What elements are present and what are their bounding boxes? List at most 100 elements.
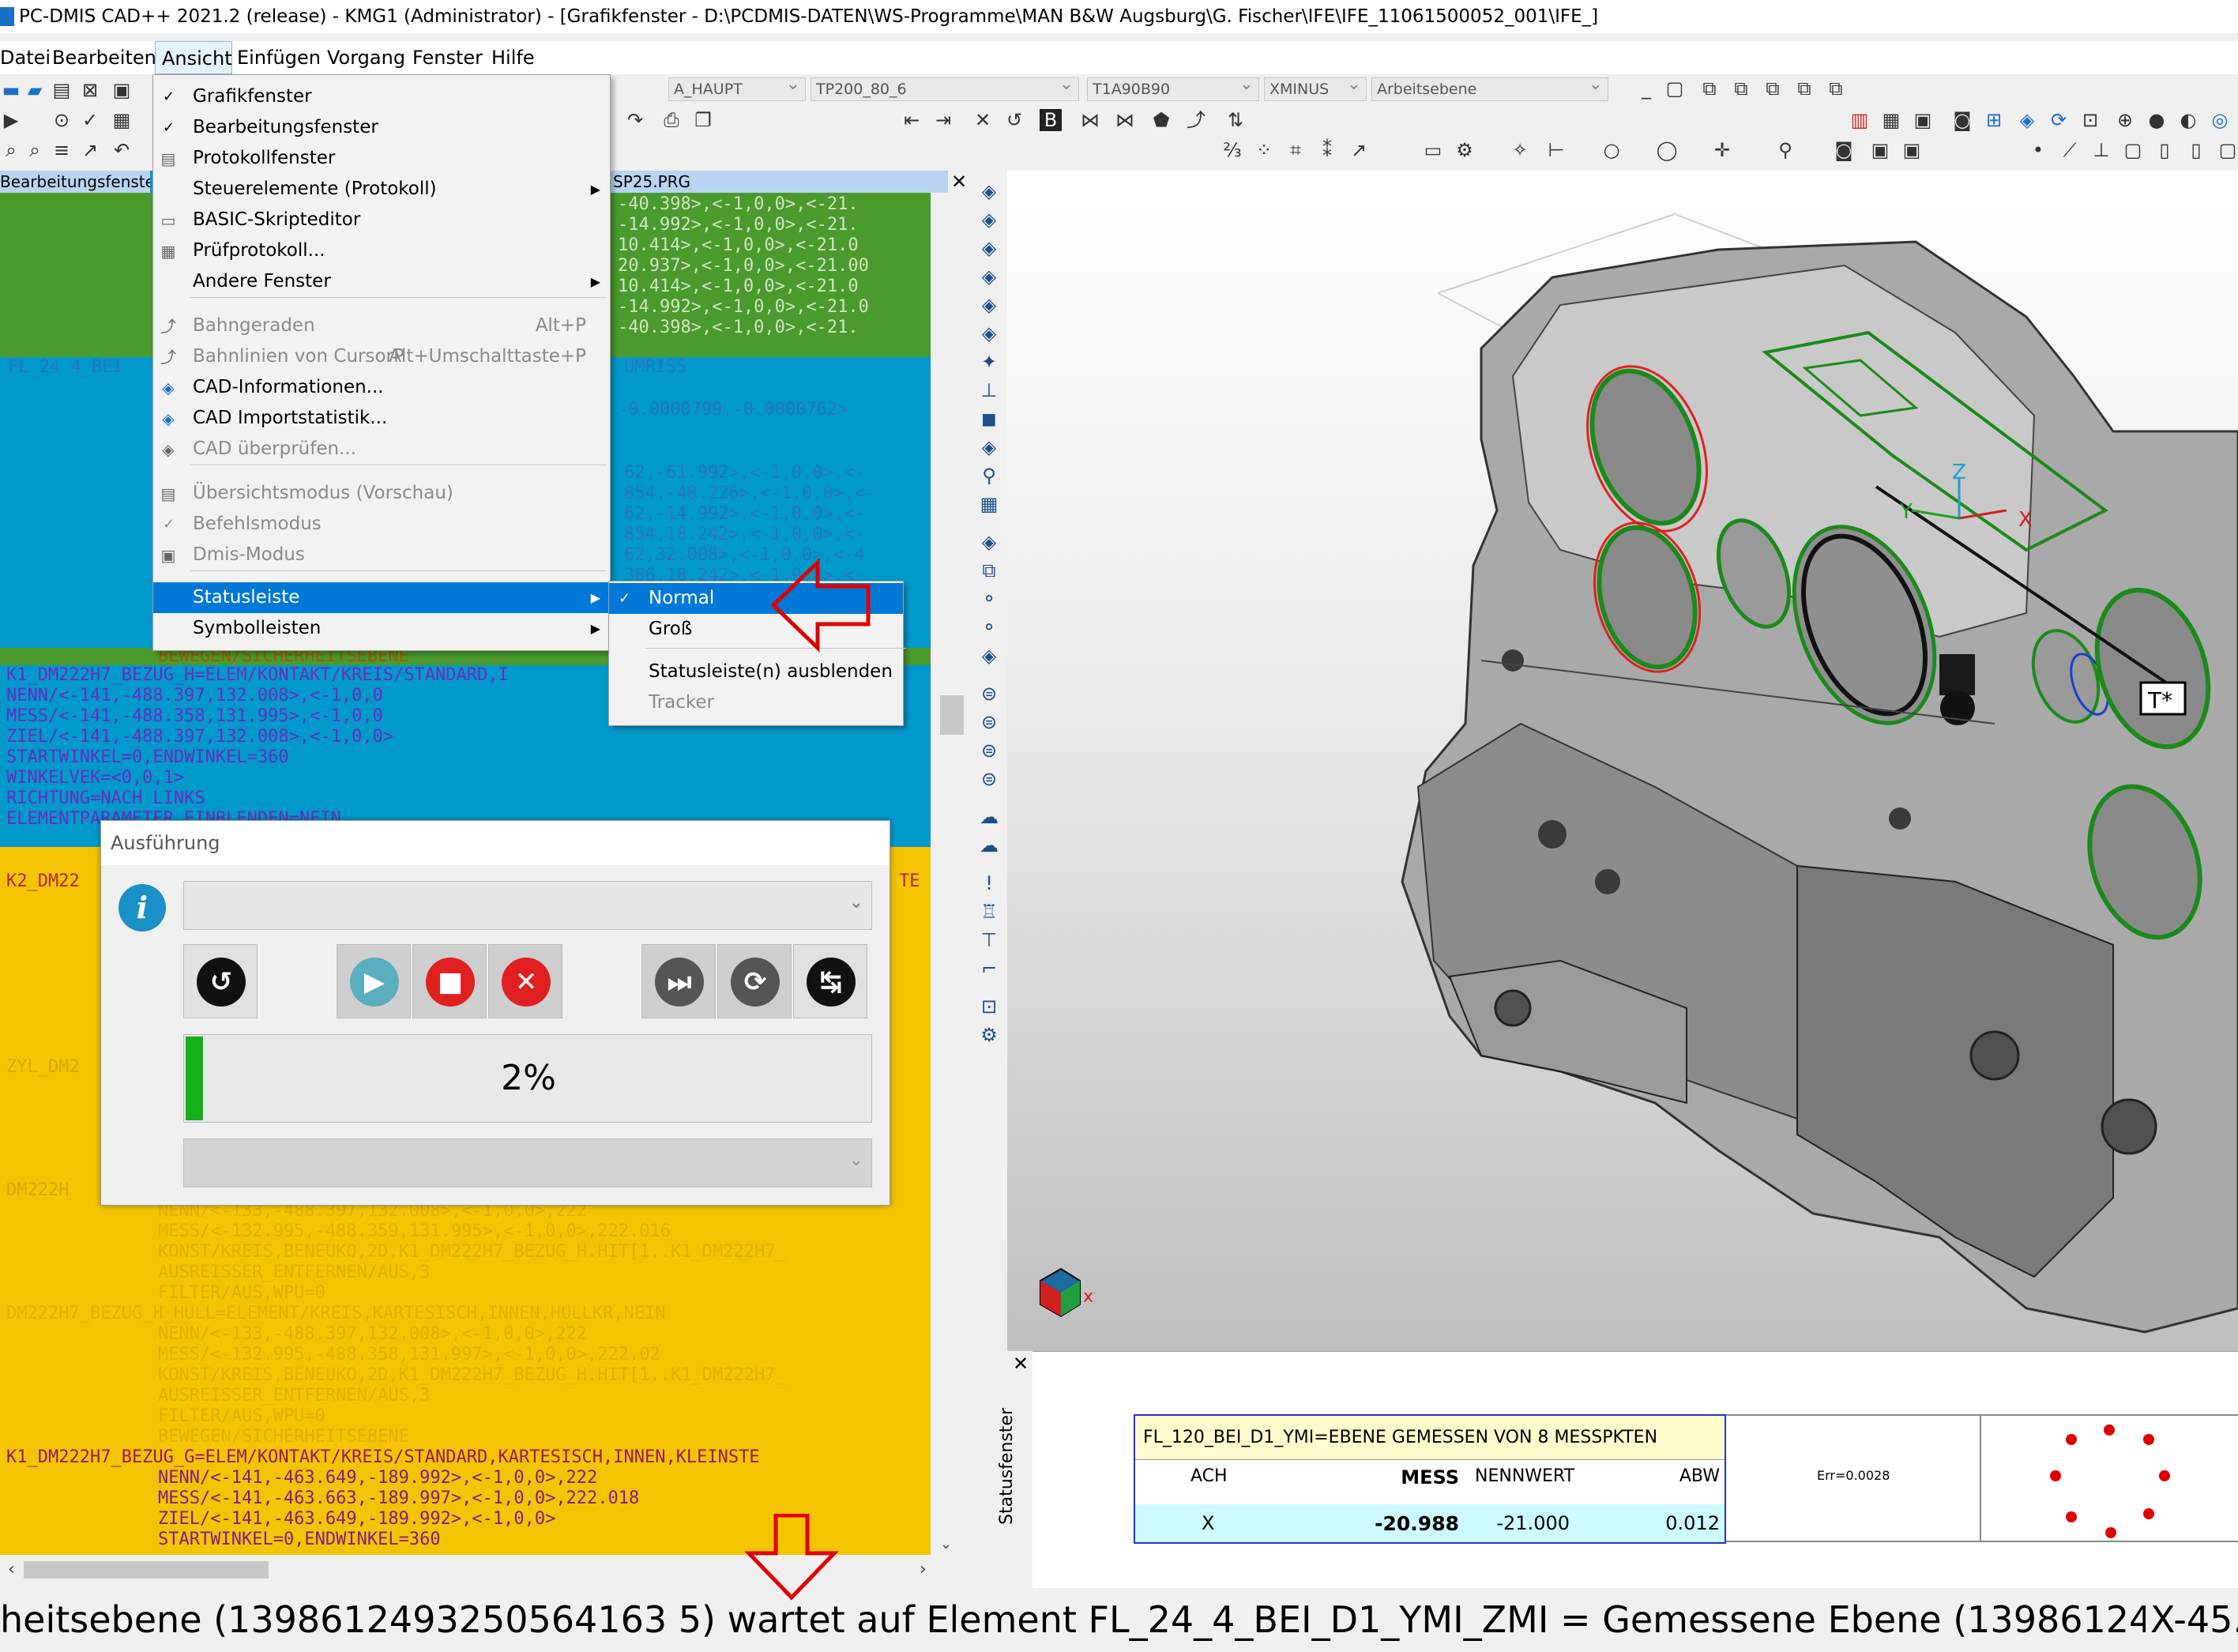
menu-einfuegen[interactable]: Einfügen [237,41,321,74]
menu-item-bearbeitungsfenster[interactable]: ✓ Bearbeitungsfenster [153,112,610,143]
vertical-tool-icon[interactable]: ⌐ [978,958,1000,980]
reset-button[interactable]: ↺ [183,944,258,1018]
path-icon[interactable]: ↗ [79,139,101,161]
probe-combo[interactable]: TP200_80_6 [811,73,1079,101]
menu-item-bahngeraden[interactable]: ⤴ Bahngeraden Alt+P [153,310,610,341]
close-file-icon[interactable]: ⊠ [79,79,101,101]
circle2-tool-icon[interactable]: ◯ [1656,139,1678,161]
menu-hilfe[interactable]: Hilfe [491,41,539,74]
cancel-icon[interactable]: ✕ [972,109,994,131]
menu-vorgang[interactable]: Vorgang [327,41,405,74]
render-icon[interactable]: ◐ [2177,109,2199,131]
menu-item-cad-informationen[interactable]: ◈ CAD-Informationen... [153,372,610,403]
box-icon[interactable]: ▢ [2122,139,2144,161]
save-icon[interactable]: ▣ [111,79,133,101]
height-icon[interactable]: ⊥ [2090,139,2112,161]
vertical-tool-icon[interactable]: ◈ [978,265,1000,288]
vertical-tool-icon[interactable]: ◈ [978,645,1000,667]
rotate-icon[interactable]: ↺ [1003,109,1025,131]
shade-icon[interactable]: ● [2146,109,2168,131]
menu-item-dmis-modus[interactable]: ▣ Dmis-Modus [153,540,610,570]
pointer-icon[interactable]: ↗ [1348,139,1370,161]
submenu-item-tracker[interactable]: Tracker [609,687,903,718]
vertical-tool-icon[interactable]: ⚲ [978,465,1000,487]
scroll-left-icon[interactable]: ‹ [8,1560,15,1579]
vertical-tool-icon[interactable]: ◈ [978,237,1000,259]
dot-icon[interactable]: • [2027,139,2049,161]
vertical-tool-icon[interactable]: ⧉ [978,559,1000,581]
continue-button[interactable]: ⟳ [717,944,792,1018]
copy-icon[interactable]: ❐ [692,109,714,131]
window3-icon[interactable]: ⧉ [1762,77,1784,100]
list-icon[interactable]: ≡ [51,139,73,161]
menu-item-steuerelemente[interactable]: Steuerelemente (Protokoll) ▶ [153,174,610,205]
probe3-icon[interactable]: ⚲ [1774,139,1796,161]
workplane-combo[interactable]: Arbeitsebene [1371,73,1608,101]
text-tool-icon[interactable]: ⅔ [1221,139,1243,161]
menu-ansicht[interactable]: Ansicht [155,41,232,74]
window2-icon[interactable]: ⧉ [1730,77,1752,100]
menu-item-bahnlinien[interactable]: ⤴ Bahnlinien von CursorP Alt+Umschalttaste… [153,341,610,372]
graphics-window[interactable]: Z Y X T* x [1007,171,2238,1351]
globe-icon[interactable]: ⊕ [2114,109,2136,131]
menu-item-uebersichtsmodus[interactable]: ▤ Übersichtsmodus (Vorschau) [153,478,610,509]
print-icon[interactable]: ⎙ [660,109,683,131]
vertical-tool-icon[interactable]: ⊡ [978,995,1000,1018]
vertical-tool-icon[interactable]: ⊜ [978,768,1000,790]
doc-icon[interactable]: ▦ [111,109,133,131]
vertical-tool-icon[interactable]: ◈ [978,436,1000,458]
window4-icon[interactable]: ⧉ [1793,77,1815,100]
menu-item-befehlsmodus[interactable]: ✓ Befehlsmodus [153,509,610,540]
edit-horizontal-scroll-thumb[interactable] [24,1561,269,1579]
edit-window-close-icon[interactable]: ✕ [948,171,970,193]
box2-icon[interactable]: ▯ [2185,139,2207,161]
arrow-icon[interactable]: ⇥ [932,109,954,131]
vertical-tool-icon[interactable]: ⊜ [978,711,1000,733]
cancel-button[interactable]: ✕ [488,944,562,1018]
vertical-tool-icon[interactable]: ☁ [978,806,1000,828]
vertical-tool-icon[interactable]: ! [978,872,1000,894]
play-button[interactable]: ▶ [337,944,411,1018]
cube-icon[interactable]: ◈ [2016,109,2038,131]
alignment-combo[interactable]: A_HAUPT [668,73,806,101]
cross-icon[interactable]: ✛ [1711,139,1733,161]
color-map-icon[interactable]: ▥ [1849,109,1871,131]
open-icon[interactable]: ▰ [24,79,46,101]
vertical-tool-icon[interactable]: ◈ [978,180,1000,202]
probe2-icon[interactable]: ⬟ [1150,109,1172,131]
edit-vertical-scroll-thumb[interactable] [940,695,964,735]
grid-icon[interactable]: ▦ [1880,109,1902,131]
zoom-icon[interactable]: ⌕ [0,139,22,161]
vertical-tool-icon[interactable]: ◼ [978,408,1000,430]
camera2-icon[interactable]: ◙ [1833,139,1855,161]
vertical-tool-icon[interactable]: ⊥ [978,379,1000,401]
align-icon[interactable]: ⇅ [1224,109,1247,131]
image2-icon[interactable]: ▣ [1901,139,1923,161]
points-icon[interactable]: ⁘ [1253,139,1275,161]
restore-icon[interactable]: ▢ [1664,77,1686,100]
vertical-tool-icon[interactable]: ◈ [978,294,1000,316]
menu-datei[interactable]: Datei [0,41,51,74]
menu-item-symbolleisten[interactable]: Symbolleisten ▶ [153,613,610,644]
scroll-down-icon[interactable]: ⌄ [940,1536,952,1552]
dock-icon[interactable]: ▣ [1912,109,1934,131]
stop-button[interactable]: ■ [412,944,487,1018]
edit-vertical-scrollbar[interactable] [931,193,970,1555]
tip2-icon[interactable]: ⋈ [1114,109,1136,131]
minimize-icon[interactable]: _ [1635,77,1657,100]
menu-item-basic-skripteditor[interactable]: ▭ BASIC-Skripteditor [153,205,610,235]
menu-item-protokollfenster[interactable]: ▤ Protokollfenster [153,143,610,174]
cylinder-icon[interactable]: ▯ [2153,139,2176,161]
construct-icon[interactable]: ✧ [1509,139,1531,161]
vertical-tool-icon[interactable]: ◈ [978,531,1000,553]
find-icon[interactable]: ⌕ [24,139,46,161]
execution-dialog[interactable]: Ausführung i ⌄ ↺ ▶ ■ ✕ ⏭ ⟳ ↹ 2% ⌄ [100,820,890,1206]
tip-combo[interactable]: T1A90B90 [1087,73,1259,101]
vertical-tool-icon[interactable]: ◈ [978,322,1000,344]
view-combo[interactable]: XMINUS [1264,73,1367,101]
b-icon[interactable]: B [1040,109,1062,131]
comment-icon[interactable]: ▭ [1422,139,1444,161]
redo-icon[interactable]: ↷ [624,109,646,131]
skip-button[interactable]: ⏭ [641,944,716,1018]
execution-status-combo[interactable]: ⌄ [183,1138,872,1187]
